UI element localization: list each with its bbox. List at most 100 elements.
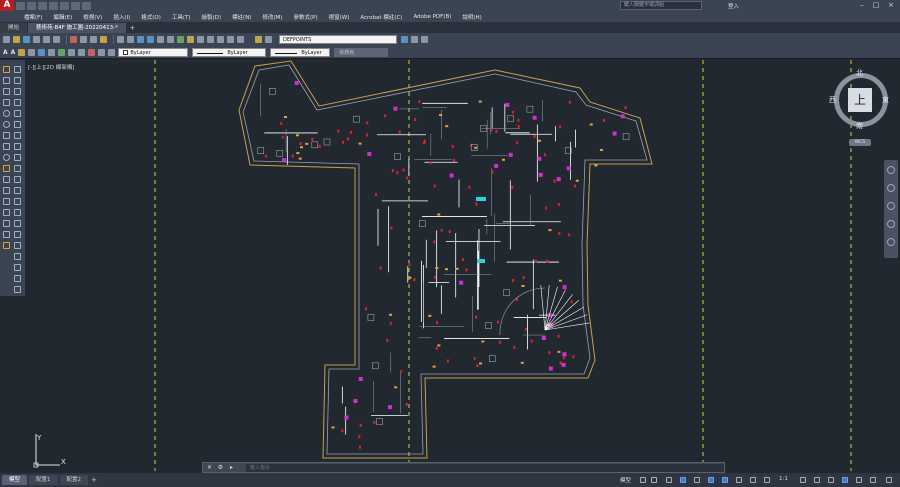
edit-polyline-icon[interactable] xyxy=(14,264,21,271)
multileader-style-icon[interactable] xyxy=(28,48,36,56)
menu-window[interactable]: 視窗(W) xyxy=(329,13,350,21)
clean-screen-icon[interactable] xyxy=(870,477,876,483)
annotation-monitor-icon[interactable] xyxy=(814,477,820,483)
text-style-icon[interactable]: A xyxy=(3,49,8,56)
compass-south[interactable]: 南 xyxy=(856,121,863,131)
edit-text-icon[interactable] xyxy=(14,275,21,282)
markup-icon[interactable] xyxy=(217,36,224,43)
undo-icon[interactable] xyxy=(71,1,80,10)
rotate-tool-icon[interactable] xyxy=(14,88,21,95)
fillet-tool-icon[interactable] xyxy=(14,220,21,227)
command-input[interactable] xyxy=(246,463,724,472)
align-tool-icon[interactable] xyxy=(14,286,21,293)
scale-tool-icon[interactable] xyxy=(14,143,21,150)
cut-icon[interactable] xyxy=(70,36,77,43)
publish-icon[interactable] xyxy=(53,36,60,43)
menu-parametric[interactable]: 參數式(P) xyxy=(294,13,318,21)
move-tool-icon[interactable] xyxy=(14,66,21,73)
revcloud-tool-icon[interactable] xyxy=(3,132,10,139)
offset-tool-icon[interactable] xyxy=(14,110,21,117)
table-style-icon[interactable] xyxy=(18,48,26,56)
arc-tool-icon[interactable] xyxy=(3,110,10,117)
isodraft-icon[interactable] xyxy=(694,477,700,483)
tool-icon[interactable] xyxy=(58,48,66,56)
tool-icon[interactable] xyxy=(108,48,116,56)
plotstyle-dropdown[interactable]: 依顏色 xyxy=(334,47,389,57)
object-snap-tracking-icon[interactable] xyxy=(708,477,714,483)
tool-icon[interactable] xyxy=(38,48,46,56)
layer-state-icon[interactable] xyxy=(265,36,272,43)
mirror-tool-icon[interactable] xyxy=(14,99,21,106)
point-tool-icon[interactable] xyxy=(3,187,10,194)
pan-icon[interactable] xyxy=(887,184,895,192)
spline-tool-icon[interactable] xyxy=(3,143,10,150)
paste-icon[interactable] xyxy=(90,36,97,43)
lineweight-icon[interactable] xyxy=(736,477,742,483)
stretch-tool-icon[interactable] xyxy=(14,154,21,161)
object-snap-icon[interactable] xyxy=(722,477,728,483)
open-icon[interactable] xyxy=(13,36,20,43)
transparency-icon[interactable] xyxy=(750,477,756,483)
array-tool-icon[interactable] xyxy=(14,121,21,128)
customize-icon[interactable] xyxy=(886,477,892,483)
sheet-set-icon[interactable] xyxy=(207,36,214,43)
break-tool-icon[interactable] xyxy=(14,187,21,194)
viewcube-top-face[interactable]: 上 xyxy=(848,88,872,112)
menu-tools[interactable]: 工具(T) xyxy=(172,13,191,21)
maximize-icon[interactable]: □ xyxy=(870,1,882,10)
layer-iso-icon[interactable] xyxy=(421,36,428,43)
tool-icon[interactable] xyxy=(48,48,56,56)
circle-tool-icon[interactable] xyxy=(3,121,10,128)
new-icon[interactable] xyxy=(16,1,25,10)
polygon-tool-icon[interactable] xyxy=(3,88,10,95)
dim-style-icon[interactable]: A xyxy=(11,49,16,56)
new-icon[interactable] xyxy=(3,36,10,43)
add-layout-icon[interactable]: + xyxy=(91,476,97,484)
tool-icon[interactable] xyxy=(88,48,96,56)
chamfer-tool-icon[interactable] xyxy=(14,209,21,216)
signin-button[interactable]: 登入 xyxy=(728,2,739,10)
workspace-icon[interactable] xyxy=(800,477,806,483)
annotation-scale[interactable]: 1:1 xyxy=(779,476,788,482)
mtext-tool-icon[interactable] xyxy=(3,242,10,249)
annotation-icon[interactable] xyxy=(764,477,770,483)
menu-help[interactable]: 說明(H) xyxy=(462,13,481,21)
drawing-canvas[interactable]: [-][上][2D 線架構] Y X 上 北 南 東 西 WCS xyxy=(25,60,900,471)
tool-icon[interactable] xyxy=(78,48,86,56)
recent-commands-icon[interactable]: ▸ xyxy=(227,464,236,472)
undo-icon[interactable] xyxy=(117,36,124,43)
isolate-objects-icon[interactable] xyxy=(842,477,848,483)
wcs-menu-button[interactable]: WCS xyxy=(849,139,871,146)
close-icon[interactable]: × xyxy=(885,1,897,10)
ortho-icon[interactable] xyxy=(666,477,672,483)
region-tool-icon[interactable] xyxy=(3,220,10,227)
redo-icon[interactable] xyxy=(82,1,91,10)
save-as-icon[interactable] xyxy=(49,1,58,10)
lineweight-dropdown[interactable]: ByLayer xyxy=(270,47,331,57)
linetype-dropdown[interactable]: ByLayer xyxy=(192,47,267,57)
design-center-icon[interactable] xyxy=(187,36,194,43)
model-space-button[interactable]: 模型 xyxy=(620,476,631,484)
color-dropdown[interactable]: ByLayer xyxy=(118,47,189,57)
zoom-window-icon[interactable] xyxy=(157,36,164,43)
viewcube[interactable]: 上 北 南 東 西 xyxy=(829,68,891,131)
new-tab-icon[interactable]: + xyxy=(127,23,138,33)
join-tool-icon[interactable] xyxy=(14,198,21,205)
tab-layout1[interactable]: 配置1 xyxy=(29,475,58,485)
lengthen-tool-icon[interactable] xyxy=(14,253,21,260)
layer-properties-icon[interactable] xyxy=(255,36,262,43)
showmotion-icon[interactable] xyxy=(887,238,895,246)
units-icon[interactable] xyxy=(828,477,834,483)
pan-icon[interactable] xyxy=(137,36,144,43)
hardware-acceleration-icon[interactable] xyxy=(856,477,862,483)
grid-icon[interactable] xyxy=(640,477,646,483)
menu-dimension[interactable]: 標註(N) xyxy=(232,13,251,21)
orbit-icon[interactable] xyxy=(887,220,895,228)
make-current-icon[interactable] xyxy=(401,36,408,43)
print-icon[interactable] xyxy=(60,1,69,10)
match-properties-icon[interactable] xyxy=(100,36,107,43)
zoom-previous-icon[interactable] xyxy=(167,36,174,43)
compass-north[interactable]: 北 xyxy=(856,68,863,78)
open-icon[interactable] xyxy=(27,1,36,10)
menu-format[interactable]: 格式(O) xyxy=(141,13,161,21)
